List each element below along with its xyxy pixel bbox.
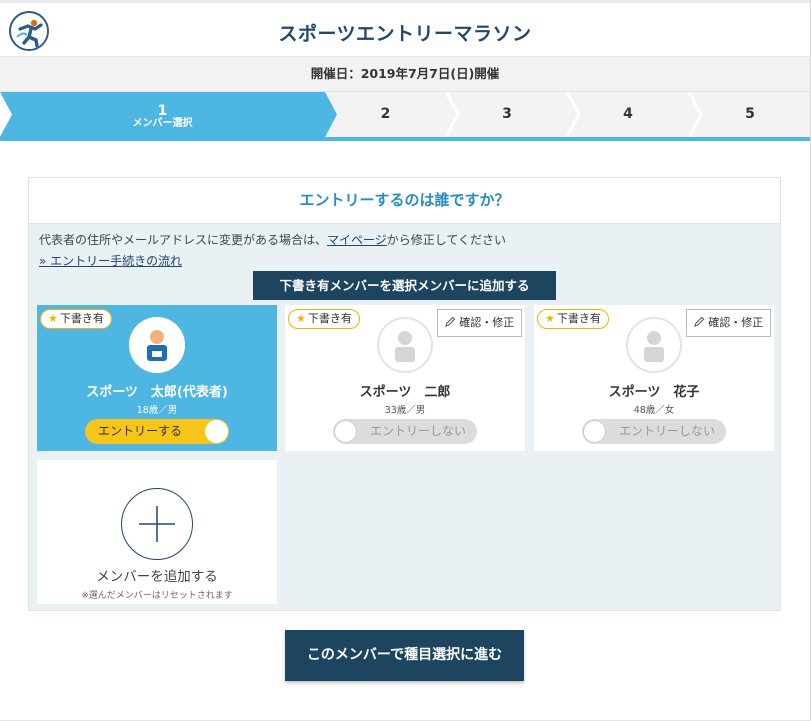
- draft-badge-label: 下書き有: [307, 312, 352, 325]
- star-icon: ★: [545, 312, 555, 325]
- entry-toggle-label: エントリーしない: [369, 424, 466, 438]
- person-avatar-icon: [626, 317, 682, 373]
- notice-text: 代表者の住所やメールアドレスに変更がある場合は、: [39, 233, 328, 247]
- add-member-label: メンバーを追加する: [96, 569, 218, 585]
- draft-badge: ★ 下書き有: [40, 309, 112, 329]
- entry-toggle[interactable]: エントリーしない: [333, 419, 477, 444]
- step-5: 5: [703, 92, 797, 137]
- member-age-gender: 48歳／女: [633, 405, 675, 416]
- member-card[interactable]: ★ 下書き有 スポーツ 太郎(代表者) 18歳／男 エントリーする: [37, 305, 277, 451]
- member-card[interactable]: ★ 下書き有 確認・修正 スポーツ 花子 48歳／女 エントリーしない: [534, 305, 774, 451]
- person-avatar-icon: [129, 317, 185, 373]
- member-age-gender: 18歳／男: [136, 405, 178, 416]
- draft-badge-label: 下書き有: [59, 312, 104, 325]
- entry-toggle[interactable]: エントリーしない: [582, 419, 726, 444]
- draft-badge: ★ 下書き有: [537, 309, 609, 329]
- entry-flow-link[interactable]: » エントリー手続きの流れ: [39, 252, 182, 269]
- add-draft-members-button[interactable]: 下書き有メンバーを選択メンバーに追加する: [253, 271, 556, 300]
- pencil-icon: [693, 316, 705, 327]
- entry-toggle-label: エントリーしない: [618, 424, 715, 438]
- step-chevron-icon: [0, 92, 12, 137]
- site-header: スポーツエントリーマラソン: [0, 0, 810, 56]
- step-chevron-icon: [446, 92, 460, 137]
- member-name: スポーツ 太郎(代表者): [86, 385, 228, 400]
- step-number: 4: [623, 106, 633, 122]
- member-selection-panel: エントリーするのは誰ですか？ 代表者の住所やメールアドレスに変更がある場合は、マ…: [28, 177, 781, 611]
- step-chevron-icon: [325, 92, 337, 137]
- step-chevron-icon: [567, 92, 581, 137]
- step-progress: 1 メンバー選択 2 3 4 5: [0, 92, 810, 140]
- page-title: スポーツエントリーマラソン: [278, 23, 532, 45]
- mypage-link[interactable]: マイページ: [327, 233, 387, 247]
- confirm-edit-label: 確認・修正: [708, 316, 764, 329]
- confirm-edit-button[interactable]: 確認・修正: [437, 309, 522, 337]
- event-date: 開催日：2019年7月7日(日)開催: [0, 56, 810, 92]
- step-1: 1 メンバー選択: [0, 92, 325, 137]
- step-4: 4: [581, 92, 675, 137]
- step-progress-bar: [0, 137, 810, 141]
- draft-badge-label: 下書き有: [556, 312, 601, 325]
- star-icon: ★: [296, 312, 306, 325]
- pencil-icon: [444, 316, 456, 327]
- add-member-note: ※選んだメンバーはリセットされます: [81, 591, 233, 601]
- step-number: 1: [157, 103, 168, 119]
- address-notice: 代表者の住所やメールアドレスに変更がある場合は、マイページから修正してください: [39, 231, 506, 248]
- step-number: 3: [502, 106, 512, 122]
- person-avatar-icon: [377, 317, 433, 373]
- draft-badge: ★ 下書き有: [288, 309, 360, 329]
- confirm-edit-label: 確認・修正: [459, 316, 515, 329]
- step-number: 2: [380, 106, 391, 122]
- entry-toggle[interactable]: エントリーする: [85, 419, 229, 444]
- proceed-to-event-selection-button[interactable]: このメンバーで種目選択に進む: [285, 630, 524, 681]
- star-icon: ★: [48, 312, 58, 325]
- plus-icon: [121, 488, 193, 560]
- member-name: スポーツ 二郎: [359, 385, 451, 400]
- question-heading: エントリーするのは誰ですか？: [29, 178, 780, 224]
- confirm-edit-button[interactable]: 確認・修正: [686, 309, 771, 337]
- toggle-knob: [205, 420, 228, 443]
- member-card[interactable]: ★ 下書き有 確認・修正 スポーツ 二郎 33歳／男 エントリーしない: [285, 305, 525, 451]
- member-name: スポーツ 花子: [608, 385, 700, 400]
- step-number: 5: [745, 106, 755, 122]
- step-chevron-icon: [689, 92, 703, 137]
- step-3: 3: [460, 92, 554, 137]
- add-member-card[interactable]: メンバーを追加する ※選んだメンバーはリセットされます: [37, 460, 277, 604]
- step-2: 2: [339, 92, 432, 137]
- step-label: メンバー選択: [132, 118, 193, 129]
- member-age-gender: 33歳／男: [384, 405, 426, 416]
- notice-text: から修正してください: [386, 233, 507, 247]
